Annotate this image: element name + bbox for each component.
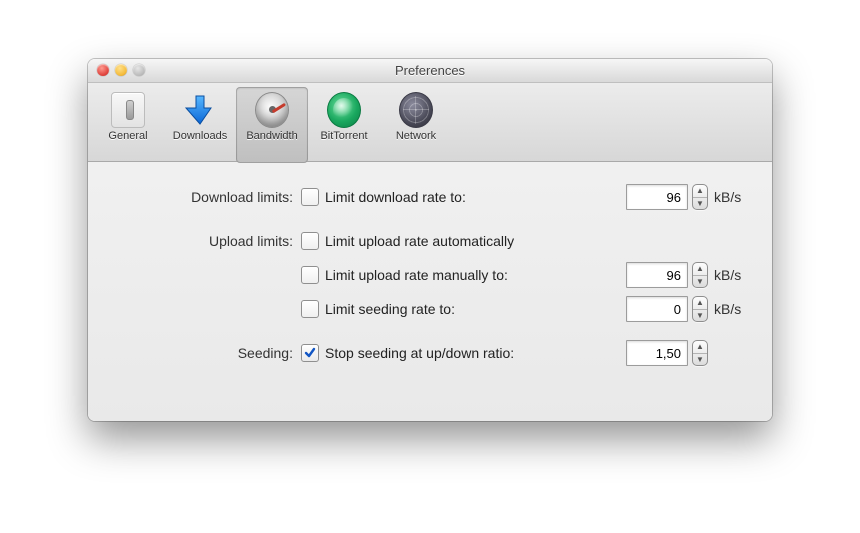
bandwidth-pane: Download limits: Limit download rate to:…	[88, 162, 772, 380]
checkbox-limit-upload-manual[interactable]	[301, 266, 319, 284]
row-download-limit: Download limits: Limit download rate to:…	[108, 180, 746, 214]
stepper-seeding-ratio[interactable]: ▲▼	[692, 340, 708, 366]
chevron-down-icon: ▼	[693, 198, 707, 210]
checkbox-limit-upload-auto[interactable]	[301, 232, 319, 250]
tab-network[interactable]: Network	[380, 87, 452, 163]
row-stop-seeding-ratio: Seeding: Stop seeding at up/down ratio: …	[108, 336, 746, 370]
tab-label: Network	[396, 130, 436, 142]
tab-label: BitTorrent	[320, 130, 367, 142]
section-label-upload: Upload limits:	[108, 233, 301, 249]
tab-general[interactable]: General	[92, 87, 164, 163]
chevron-up-icon: ▲	[693, 341, 707, 354]
checkbox-limit-seeding-rate[interactable]	[301, 300, 319, 318]
tab-label: Downloads	[173, 130, 227, 142]
titlebar[interactable]: Preferences	[88, 59, 772, 83]
zoom-button[interactable]	[133, 64, 145, 76]
preferences-toolbar: General Downloads Bandwidth BitTorrent N…	[88, 83, 772, 162]
label-limit-download-rate: Limit download rate to:	[325, 189, 466, 205]
stepper-seeding-rate[interactable]: ▲▼	[692, 296, 708, 322]
tab-downloads[interactable]: Downloads	[164, 87, 236, 163]
preferences-window: Preferences General Downloads Bandwidth …	[88, 59, 772, 421]
globe-icon	[399, 93, 433, 127]
window-controls	[97, 64, 145, 76]
input-seeding-ratio[interactable]	[626, 340, 688, 366]
stepper-upload-rate[interactable]: ▲▼	[692, 262, 708, 288]
chevron-up-icon: ▲	[693, 185, 707, 198]
checkbox-stop-seeding-ratio[interactable]	[301, 344, 319, 362]
input-upload-rate[interactable]	[626, 262, 688, 288]
section-label-download: Download limits:	[108, 189, 301, 205]
unit-label: kB/s	[714, 301, 746, 317]
input-seeding-rate[interactable]	[626, 296, 688, 322]
minimize-button[interactable]	[115, 64, 127, 76]
label-limit-seeding-rate: Limit seeding rate to:	[325, 301, 455, 317]
row-seeding-rate: Limit seeding rate to: ▲▼ kB/s	[108, 292, 746, 326]
label-limit-upload-auto: Limit upload rate automatically	[325, 233, 514, 249]
checkbox-limit-download-rate[interactable]	[301, 188, 319, 206]
label-limit-upload-manual: Limit upload rate manually to:	[325, 267, 508, 283]
gauge-icon	[255, 93, 289, 127]
section-label-seeding: Seeding:	[108, 345, 301, 361]
chevron-down-icon: ▼	[693, 276, 707, 288]
chevron-down-icon: ▼	[693, 310, 707, 322]
close-button[interactable]	[97, 64, 109, 76]
switch-icon	[111, 93, 145, 127]
row-upload-manual: Limit upload rate manually to: ▲▼ kB/s	[108, 258, 746, 292]
tab-bandwidth[interactable]: Bandwidth	[236, 87, 308, 163]
row-upload-auto: Upload limits: Limit upload rate automat…	[108, 224, 746, 258]
download-arrow-icon	[183, 93, 217, 127]
tab-label: Bandwidth	[246, 130, 297, 142]
unit-label: kB/s	[714, 189, 746, 205]
window-title: Preferences	[395, 63, 465, 78]
chevron-up-icon: ▲	[693, 297, 707, 310]
tab-label: General	[108, 130, 147, 142]
chevron-up-icon: ▲	[693, 263, 707, 276]
unit-label: kB/s	[714, 267, 746, 283]
tab-bittorrent[interactable]: BitTorrent	[308, 87, 380, 163]
stepper-download-rate[interactable]: ▲▼	[692, 184, 708, 210]
label-stop-seeding-ratio: Stop seeding at up/down ratio:	[325, 345, 514, 361]
input-download-rate[interactable]	[626, 184, 688, 210]
wave-icon	[327, 93, 361, 127]
chevron-down-icon: ▼	[693, 354, 707, 366]
